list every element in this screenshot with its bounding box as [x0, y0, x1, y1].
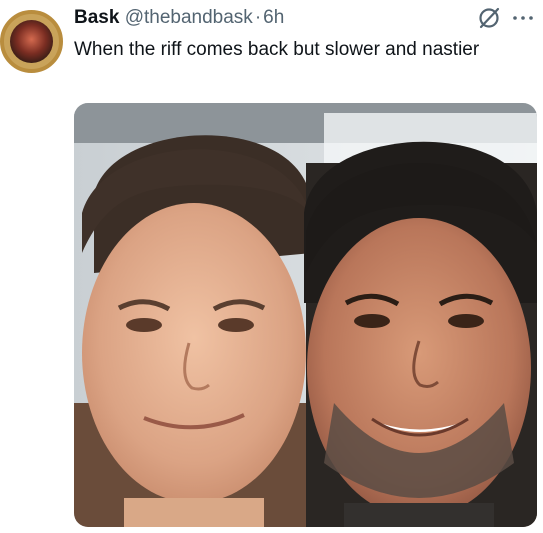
user-handle[interactable]: @thebandbask	[125, 7, 253, 28]
avatar[interactable]	[0, 10, 63, 73]
media-photo	[74, 103, 537, 527]
tweet-text: When the riff comes back but slower and …	[74, 39, 480, 60]
more-icon[interactable]	[510, 8, 536, 28]
tweet-media[interactable]	[74, 103, 537, 527]
display-name[interactable]: Bask	[74, 7, 119, 28]
grok-icon[interactable]	[477, 6, 501, 30]
post-time[interactable]: 6h	[263, 7, 284, 28]
avatar-image	[10, 20, 53, 63]
right-face	[304, 141, 537, 527]
separator-dot: ·	[254, 7, 262, 28]
tweet-header: Bask @thebandbask · 6h	[74, 6, 473, 30]
